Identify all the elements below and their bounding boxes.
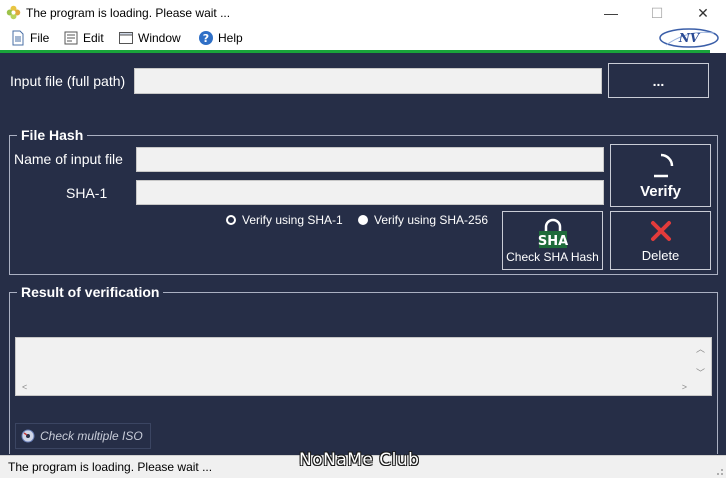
window-icon [119,32,133,44]
menu-item-window[interactable]: Window [118,29,181,47]
file-icon [12,30,24,46]
resize-grip-icon[interactable] [714,466,724,476]
menu-bar: File Edit Window ? Help [0,26,726,50]
sha-lock-icon: SHA [537,218,568,249]
logo-text: NV [678,31,701,45]
close-icon: ✕ [697,4,709,21]
input-file-label: Input file (full path) [10,73,126,89]
browse-label: ... [652,72,665,89]
verify-button[interactable]: Verify [610,144,711,207]
check-multiple-iso-button[interactable]: Check multiple ISO [15,423,151,449]
menu-item-label: File [30,31,50,45]
help-icon: ? [199,31,213,45]
scroll-left-icon[interactable]: < [22,382,27,392]
watermark: NoNaMe Club [299,450,420,470]
sha-badge-text: SHA [537,234,567,249]
menu-item-help[interactable]: ? Help [198,29,243,47]
minimize-button[interactable]: — [588,0,634,26]
title-bar: The program is loading. Please wait ... … [0,0,726,26]
maximize-icon: ☐ [650,4,664,21]
check-multiple-iso-label: Check multiple ISO [40,429,143,443]
check-sha-hash-button[interactable]: SHA Check SHA Hash [502,211,603,270]
menu-item-edit[interactable]: Edit [63,29,104,47]
disc-icon [21,429,35,443]
menu-item-file[interactable]: File [10,29,49,47]
radio-verify-sha256[interactable]: Verify using SHA-256 [358,213,488,227]
close-button[interactable]: ✕ [680,0,726,26]
result-textarea[interactable]: ︿ ﹀ < > [15,337,712,396]
browse-button[interactable]: ... [608,63,709,98]
menu-item-label: Edit [83,31,104,45]
input-file-field[interactable] [134,68,602,94]
radio-verify-sha1[interactable]: Verify using SHA-1 [226,213,343,227]
radio-sha256-label: Verify using SHA-256 [374,213,489,227]
result-title: Result of verification [17,284,164,300]
minimize-icon: — [604,5,618,21]
radio-circle-sha256 [358,215,368,225]
sha1-label: SHA-1 [66,185,108,201]
window-title: The program is loading. Please wait ... [26,6,231,20]
input-file-name-field[interactable] [136,147,604,172]
check-sha-label: Check SHA Hash [506,249,599,264]
menu-item-label: Window [138,31,181,45]
delete-x-icon [650,221,671,241]
delete-button[interactable]: Delete [610,211,711,270]
edit-icon [64,31,78,45]
maximize-button[interactable]: ☐ [634,0,680,26]
scroll-up-icon[interactable]: ︿ [696,342,705,355]
menu-item-label: Help [218,31,243,45]
scroll-down-icon[interactable]: ﹀ [696,366,705,379]
loading-spinner-icon [653,153,673,178]
verify-label: Verify [640,183,681,200]
svg-text:?: ? [203,32,209,45]
file-hash-title: File Hash [17,127,88,143]
radio-circle-sha1 [226,215,236,225]
radio-sha1-label: Verify using SHA-1 [242,213,343,227]
scroll-right-icon[interactable]: > [682,382,687,392]
delete-label: Delete [641,248,680,263]
status-text: The program is loading. Please wait ... [8,460,213,474]
nv-logo: NV [659,28,719,48]
sha1-field[interactable] [136,180,604,205]
flower-icon [6,5,21,20]
name-of-input-label: Name of input file [14,151,123,167]
